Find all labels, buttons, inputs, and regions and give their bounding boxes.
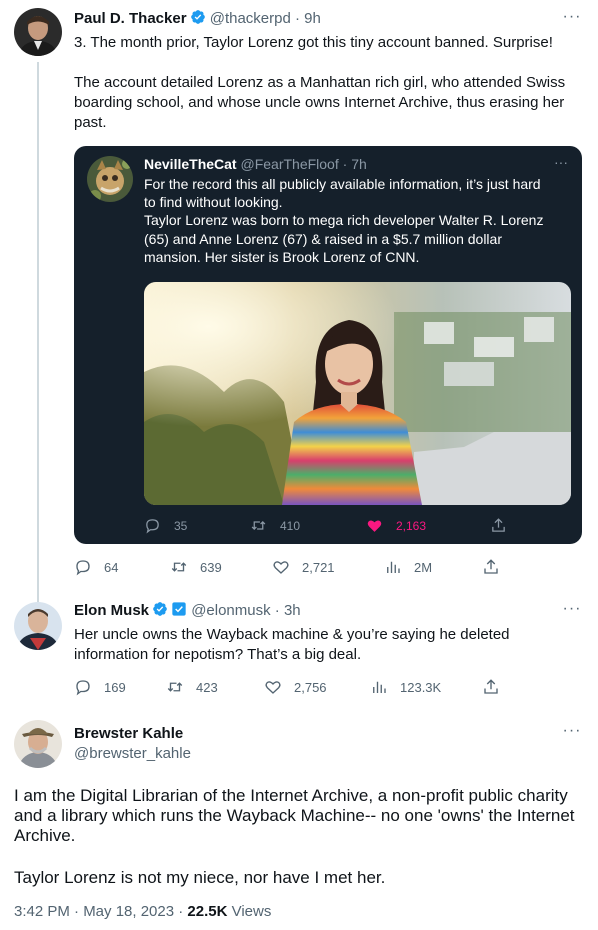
- tweet-paragraph: 3. The month prior, Taylor Lorenz got th…: [74, 34, 553, 51]
- like-count: 2,756: [294, 679, 327, 695]
- share-icon: [492, 518, 505, 532]
- views-icon: [387, 561, 400, 573]
- like-count: 2,721: [302, 559, 335, 575]
- views-count: 2M: [414, 559, 433, 575]
- quoted-tweet[interactable]: NevilleTheCat @FearTheFloof · 7h ··· For…: [74, 146, 582, 544]
- reply-button[interactable]: 169: [74, 678, 126, 696]
- author-handle[interactable]: @thackerpd: [210, 10, 291, 27]
- reply-icon: [146, 519, 159, 534]
- avatar-nevillethecat[interactable]: [87, 156, 133, 202]
- author-name[interactable]: Paul D. Thacker: [74, 10, 187, 27]
- more-icon[interactable]: ···: [562, 9, 582, 30]
- reply-count: 64: [104, 559, 119, 575]
- author-handle[interactable]: @brewster_kahle: [74, 744, 191, 764]
- tweet-text: Her uncle owns the Wayback machine & you…: [74, 625, 554, 665]
- tweet-timestamp[interactable]: 3:42 PM · May 18, 2023 ·: [14, 903, 187, 920]
- retweet-button[interactable]: 423: [166, 678, 218, 696]
- quote-reply-count: 35: [174, 518, 188, 533]
- quote-action-bar: 35 410 2,163: [144, 517, 574, 537]
- retweet-button[interactable]: 639: [170, 558, 222, 576]
- views-button[interactable]: 2M: [384, 558, 432, 576]
- quote-retweet-count: 410: [280, 518, 301, 533]
- quote-time[interactable]: 7h: [351, 156, 367, 172]
- tweet-footer: 3:42 PM · May 18, 2023 · 22.5K Views: [14, 902, 271, 922]
- reply-button[interactable]: 64: [74, 558, 118, 576]
- share-icon: [484, 559, 498, 574]
- tweet-header: Paul D. Thacker @thackerpd · 9h: [74, 10, 321, 27]
- quote-author-handle[interactable]: @FearTheFloof: [240, 156, 338, 172]
- tweet-text: I am the Digital Librarian of the Intern…: [14, 786, 584, 888]
- reply-count: 169: [104, 679, 126, 695]
- quote-header: NevilleTheCat @FearTheFloof · 7h: [144, 156, 367, 172]
- avatar-musk[interactable]: [14, 602, 62, 650]
- retweet-count: 423: [196, 679, 218, 695]
- tweet-action-bar: 64 639 2,721 2M: [74, 558, 504, 578]
- more-icon[interactable]: ···: [554, 154, 568, 170]
- heart-icon: [367, 520, 382, 532]
- author-handle[interactable]: @elonmusk: [191, 602, 270, 619]
- quote-like-button[interactable]: 2,163: [366, 517, 426, 534]
- views-button[interactable]: 123.3K: [370, 678, 441, 696]
- retweet-icon: [171, 562, 187, 572]
- tweet-paragraph: Her uncle owns the Wayback machine & you…: [74, 626, 510, 663]
- retweet-icon: [251, 521, 266, 530]
- heart-icon: [273, 561, 289, 574]
- quote-line: For the record this all publicly availab…: [144, 176, 541, 192]
- quote-author-name[interactable]: NevilleTheCat: [144, 156, 237, 172]
- quote-reply-button[interactable]: 35: [144, 517, 187, 534]
- verified-badge-icon: [190, 10, 205, 24]
- views-count: 22.5K: [187, 903, 228, 920]
- author-name[interactable]: Brewster Kahle: [74, 724, 183, 744]
- tweet-time[interactable]: 9h: [304, 10, 321, 27]
- views-count: 123.3K: [400, 679, 442, 695]
- quote-like-count: 2,163: [396, 518, 427, 533]
- author-name[interactable]: Elon Musk: [74, 602, 149, 619]
- quote-line: (65) and Anne Lorenz (67) & raised in a …: [144, 230, 502, 247]
- views-icon: [373, 681, 386, 693]
- more-icon[interactable]: ···: [562, 723, 582, 744]
- retweet-icon: [167, 682, 183, 692]
- tweet-thacker[interactable]: Paul D. Thacker @thackerpd · 9h ··· 3. T…: [0, 0, 598, 592]
- views-label: Views: [227, 903, 272, 920]
- thread-line: [37, 62, 39, 592]
- affiliate-badge-icon: [172, 602, 186, 616]
- quote-retweet-button[interactable]: 410: [250, 517, 300, 534]
- quote-line: to find without looking.: [144, 194, 283, 211]
- tweet-musk[interactable]: Elon Musk @elonmusk · 3h ··· Her uncle o…: [0, 580, 598, 710]
- share-icon: [484, 679, 498, 694]
- avatar-kahle[interactable]: [14, 720, 62, 768]
- quote-photo[interactable]: [144, 282, 571, 505]
- thread-line: [37, 580, 39, 602]
- quote-line: Taylor Lorenz was born to mega rich deve…: [144, 212, 544, 229]
- share-button[interactable]: [482, 558, 500, 576]
- tweet-paragraph: I am the Digital Librarian of the Intern…: [14, 786, 575, 845]
- like-button[interactable]: 2,756: [264, 678, 327, 696]
- like-button[interactable]: 2,721: [272, 558, 335, 576]
- tweet-header: Elon Musk @elonmusk · 3h: [74, 602, 301, 619]
- quote-text: For the record this all publicly availab…: [144, 175, 572, 266]
- quote-share-button[interactable]: [490, 517, 507, 534]
- tweet-paragraph: Taylor Lorenz is not my niece, nor have …: [14, 868, 386, 887]
- tweet-paragraph: The account detailed Lorenz as a Manhatt…: [74, 74, 566, 131]
- tweet-time[interactable]: 3h: [284, 602, 301, 619]
- heart-icon: [265, 681, 281, 694]
- share-button[interactable]: [482, 678, 500, 696]
- tweet-action-bar: 169 423 2,756 123.3K: [74, 678, 504, 698]
- tweet-text: 3. The month prior, Taylor Lorenz got th…: [74, 33, 589, 133]
- verified-badge-icon: [153, 602, 167, 616]
- more-icon[interactable]: ···: [562, 601, 582, 622]
- reply-icon: [76, 680, 90, 696]
- retweet-count: 639: [200, 559, 222, 575]
- quote-line: mansion. Her sister is Brook Lorenz of C…: [144, 248, 420, 265]
- avatar-thacker[interactable]: [14, 8, 62, 56]
- reply-icon: [76, 560, 90, 576]
